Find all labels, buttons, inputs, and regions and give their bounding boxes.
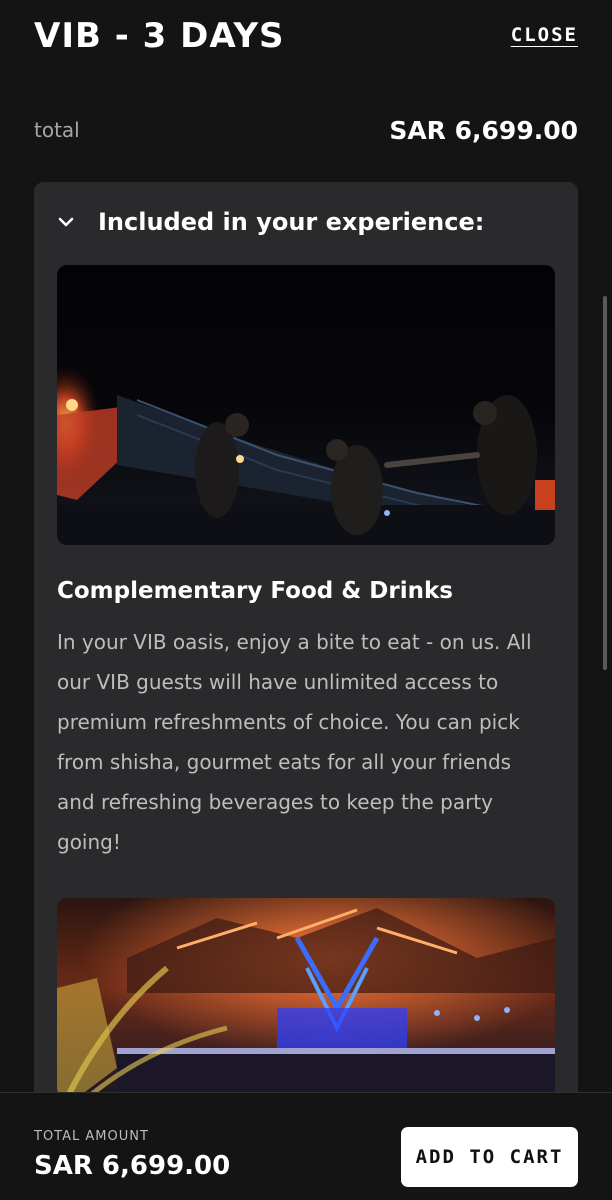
total-value: SAR 6,699.00 — [389, 115, 578, 145]
modal-header: VIB - 3 DAYS CLOSE — [0, 0, 612, 80]
page-title: VIB - 3 DAYS — [34, 16, 285, 56]
total-amount-value: SAR 6,699.00 — [34, 1151, 231, 1181]
chevron-down-icon — [58, 217, 74, 227]
close-button[interactable]: CLOSE — [511, 24, 578, 46]
checkout-footer: TOTAL AMOUNT SAR 6,699.00 ADD TO CART — [0, 1092, 612, 1200]
stage-photo — [57, 898, 555, 1092]
total-label: total — [34, 118, 80, 142]
feature-title: Complementary Food & Drinks — [57, 578, 453, 604]
total-row: total SAR 6,699.00 — [34, 110, 578, 150]
food-drinks-photo — [57, 265, 555, 545]
feature-description: In your VIB oasis, enjoy a bite to eat -… — [57, 630, 532, 854]
total-amount-label: TOTAL AMOUNT — [34, 1129, 149, 1144]
scrollbar[interactable] — [603, 296, 607, 670]
experience-card: Included in your experience: Complementa… — [34, 182, 578, 1092]
add-to-cart-button[interactable]: ADD TO CART — [401, 1127, 578, 1187]
experience-section-title: Included in your experience: — [98, 208, 485, 236]
experience-scroll-area[interactable]: Included in your experience: Complementa… — [0, 182, 612, 1092]
experience-section-toggle[interactable]: Included in your experience: — [56, 204, 484, 240]
